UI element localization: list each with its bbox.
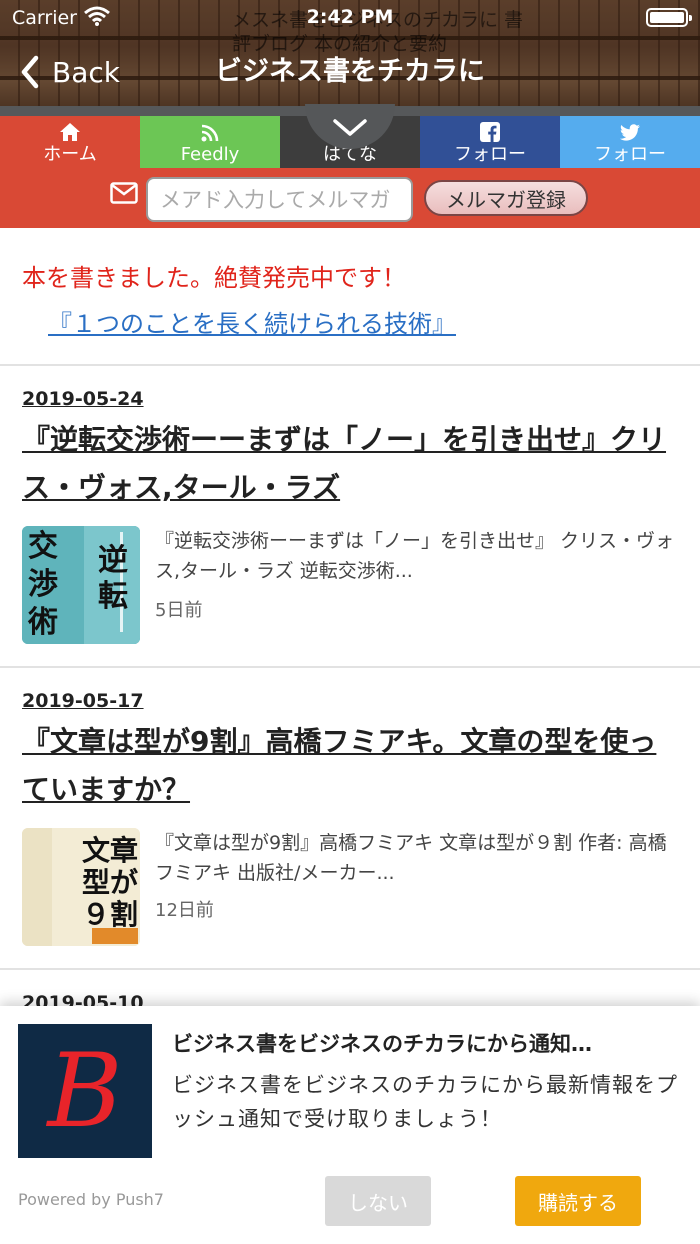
home-button[interactable]: ホーム <box>0 116 140 168</box>
site-logo: B <box>18 1024 152 1158</box>
feedly-button[interactable]: Feedly <box>140 116 280 168</box>
twitter-follow-button[interactable]: フォロー <box>560 116 700 168</box>
clock: 2:42 PM <box>306 6 394 28</box>
article-title-link[interactable]: 『逆転交渉術ーーまずは「ノー」を引き出せ』クリス・ヴォス,タール・ラズ <box>22 416 682 512</box>
svg-text:渉: 渉 <box>28 567 58 602</box>
article-date: 2019-05-17 <box>22 690 144 712</box>
envelope-icon <box>110 182 138 208</box>
article-date: 2019-05-24 <box>22 388 144 410</box>
push-message: ビジネス書をビジネスのチカラにから最新情報をプッシュ通知で受け取りましょう！ <box>172 1073 678 1131</box>
article-item: 2019-05-24 『逆転交渉術ーーまずは「ノー」を引き出せ』クリス・ヴォス,… <box>0 366 700 668</box>
feedly-label: Feedly <box>180 144 240 165</box>
svg-text:交: 交 <box>28 529 58 564</box>
home-icon <box>0 116 140 142</box>
article-excerpt: 『逆転交渉術ーーまずは「ノー」を引き出せ』 クリス・ヴォス,タール・ラズ 逆転交… <box>155 530 675 582</box>
article-age: 12日前 <box>155 900 214 921</box>
article-title-link[interactable]: 『文章は型が9割』高橋フミアキ。文章の型を使っていますか？ <box>22 718 682 814</box>
article-thumbnail[interactable]: 逆 転 交 渉 術 <box>22 526 140 644</box>
svg-text:文章は: 文章は <box>82 834 140 867</box>
push-title: ビジネス書をビジネスのチカラにから通知… <box>172 1032 592 1056</box>
decline-button[interactable]: しない <box>325 1176 431 1226</box>
rss-icon <box>140 116 280 142</box>
svg-text:９割: ９割 <box>82 898 138 931</box>
facebook-follow-label: フォロー <box>454 144 526 165</box>
thumb-text-1: 逆 <box>98 543 128 578</box>
chevron-down-icon <box>332 118 368 142</box>
subscribe-button[interactable]: 購読する <box>515 1176 641 1226</box>
twitter-follow-label: フォロー <box>594 144 666 165</box>
newsletter-form: メルマガ登録 <box>0 176 700 224</box>
svg-text:術: 術 <box>27 605 58 640</box>
article-age: 5日前 <box>155 600 203 621</box>
logo-letter: B <box>47 1032 123 1151</box>
battery-icon <box>646 8 692 27</box>
powered-by-label: Powered by Push7 <box>18 1190 164 1209</box>
article-excerpt: 『文章は型が9割』高橋フミアキ 文章は型が９割 作者: 高橋フミアキ 出版社/メ… <box>155 832 667 884</box>
promo-text: 本を書きました。絶賛発売中です！ <box>22 264 406 292</box>
article-thumbnail[interactable]: 文章は 型が ９割 <box>22 828 140 946</box>
thumb-text-2: 転 <box>98 579 128 614</box>
page-title: ビジネス書をチカラに <box>215 56 485 87</box>
article-item: 2019-05-17 『文章は型が9割』高橋フミアキ。文章の型を使っていますか？… <box>0 668 700 970</box>
facebook-icon <box>420 116 560 142</box>
home-label: ホーム <box>43 144 97 165</box>
svg-text:型が: 型が <box>82 866 138 899</box>
twitter-icon <box>560 116 700 142</box>
newsletter-submit-button[interactable]: メルマガ登録 <box>424 180 588 216</box>
promo-book-link[interactable]: 『１つのことを長く続けられる技術』 <box>48 304 456 339</box>
facebook-follow-button[interactable]: フォロー <box>420 116 560 168</box>
push-notification-prompt: B ビジネス書をビジネスのチカラにから通知… ビジネス書をビジネスのチカラにから… <box>0 1006 700 1244</box>
email-field[interactable] <box>146 177 413 222</box>
book-promo: 本を書きました。絶賛発売中です！ 『１つのことを長く続けられる技術』 <box>0 228 700 366</box>
status-bar: Carrier 2:42 PM <box>0 0 700 36</box>
header: メスネ書をビジネスのチカラに 書評ブログ 本の紹介と要約 Carrier 2:4… <box>0 0 700 116</box>
